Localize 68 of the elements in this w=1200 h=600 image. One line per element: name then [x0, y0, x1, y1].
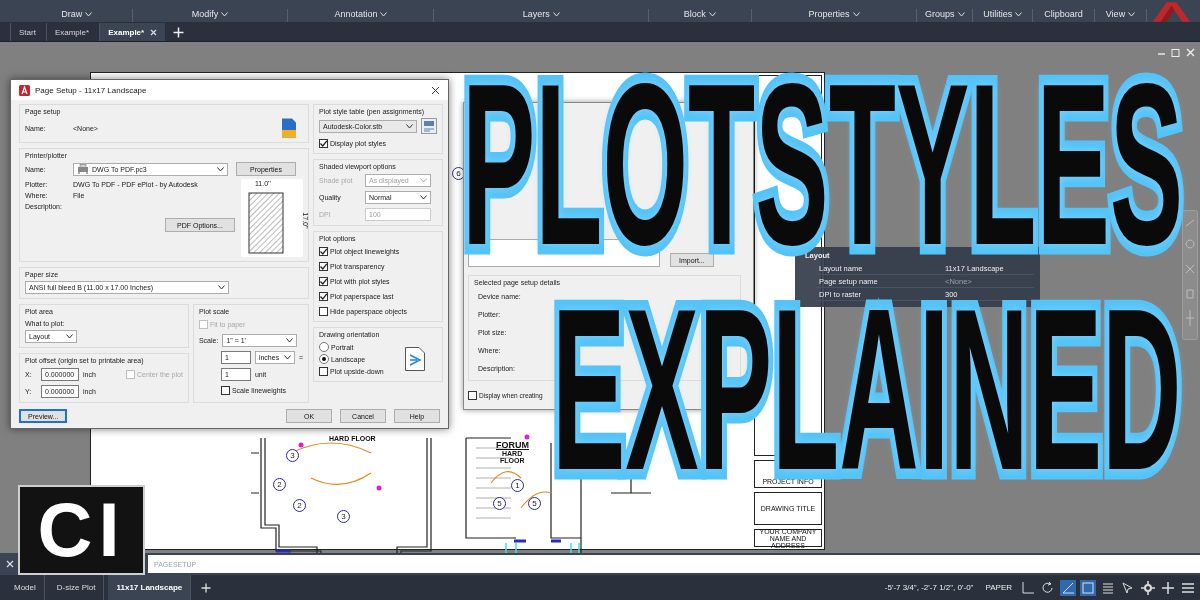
- radio-button[interactable]: [319, 342, 329, 352]
- layout-tab[interactable]: 11x17 Landscape: [108, 575, 192, 600]
- space-toggle[interactable]: PAPER: [981, 583, 1016, 592]
- headline-text: PLOTSTYLES: [462, 80, 1184, 247]
- file-tab[interactable]: Example*: [45, 23, 98, 41]
- app-icon: [19, 84, 30, 96]
- caret-icon: [283, 354, 291, 360]
- plus-icon[interactable]: [201, 582, 212, 593]
- document-icon: [281, 118, 297, 138]
- angle-icon[interactable]: [1060, 579, 1076, 596]
- tag-marker: 3: [337, 510, 350, 523]
- panel-menu[interactable]: Annotation: [334, 9, 388, 19]
- checkbox[interactable]: [319, 276, 328, 286]
- radio-button[interactable]: [319, 354, 329, 364]
- panel-menu[interactable]: Draw: [61, 9, 93, 19]
- caret-icon: [552, 11, 560, 17]
- tag-marker: 1: [511, 479, 524, 492]
- tag-marker: 2: [293, 499, 306, 512]
- coordinates-readout: -5'-7 3/4", -2'-7 1/2", 0'-0": [884, 583, 974, 592]
- checkbox[interactable]: [468, 390, 477, 400]
- caret-icon: [1128, 11, 1136, 17]
- panel-menu[interactable]: Clipboard: [1044, 9, 1083, 19]
- dialog-title: Page Setup - 11x17 Landscape: [35, 85, 148, 95]
- channel-logo: CI: [18, 485, 145, 575]
- panel-menu[interactable]: Utilities: [983, 9, 1023, 19]
- file-tab[interactable]: Start: [10, 23, 44, 41]
- plus-icon[interactable]: [173, 26, 185, 38]
- caret-icon: [217, 166, 224, 172]
- page-orientation-icon: [405, 347, 425, 371]
- caret-icon: [420, 177, 427, 183]
- caret-icon: [66, 334, 73, 339]
- caret-icon: [286, 337, 294, 343]
- printer-icon: [77, 164, 89, 174]
- checkbox[interactable]: [220, 385, 230, 395]
- square-icon[interactable]: [1080, 579, 1096, 596]
- panel-menu[interactable]: Properties: [808, 9, 860, 19]
- caret-icon: [852, 11, 860, 17]
- checkbox[interactable]: [319, 306, 328, 316]
- checkbox[interactable]: [319, 138, 328, 148]
- tag-marker: 5: [528, 497, 541, 510]
- checkbox[interactable]: [319, 246, 328, 256]
- checkbox[interactable]: [319, 291, 328, 301]
- panel-menu[interactable]: Groups: [925, 9, 965, 19]
- table-edit-icon[interactable]: [421, 118, 437, 134]
- window-controls-icon[interactable]: [1156, 48, 1196, 58]
- close-icon[interactable]: [431, 85, 440, 95]
- tag-marker: 2: [273, 478, 286, 491]
- panel-menu[interactable]: Block: [683, 9, 716, 19]
- panel-menu[interactable]: Layers: [522, 9, 560, 19]
- circular-arrow-icon[interactable]: [1040, 579, 1056, 596]
- caret-icon: [708, 11, 716, 17]
- panel-menu[interactable]: View: [1105, 9, 1136, 19]
- caret-icon: [380, 11, 388, 17]
- caret-icon: [957, 11, 965, 17]
- caret-icon: [1015, 11, 1023, 17]
- caret-icon: [221, 11, 229, 17]
- room-label: FORUM: [496, 440, 529, 450]
- caret-icon: [218, 285, 225, 290]
- caret-icon: [85, 11, 93, 17]
- caret-icon: [406, 123, 413, 129]
- plus-icon[interactable]: [1160, 579, 1176, 596]
- caret-icon: [420, 194, 427, 200]
- paper-preview-drawing: [247, 191, 287, 255]
- tag-marker: 3: [286, 449, 299, 462]
- checkbox[interactable]: [319, 261, 328, 271]
- checkbox[interactable]: [319, 366, 328, 376]
- file-tab[interactable]: Example*: [99, 23, 166, 41]
- panel-menu[interactable]: Modify: [191, 9, 229, 19]
